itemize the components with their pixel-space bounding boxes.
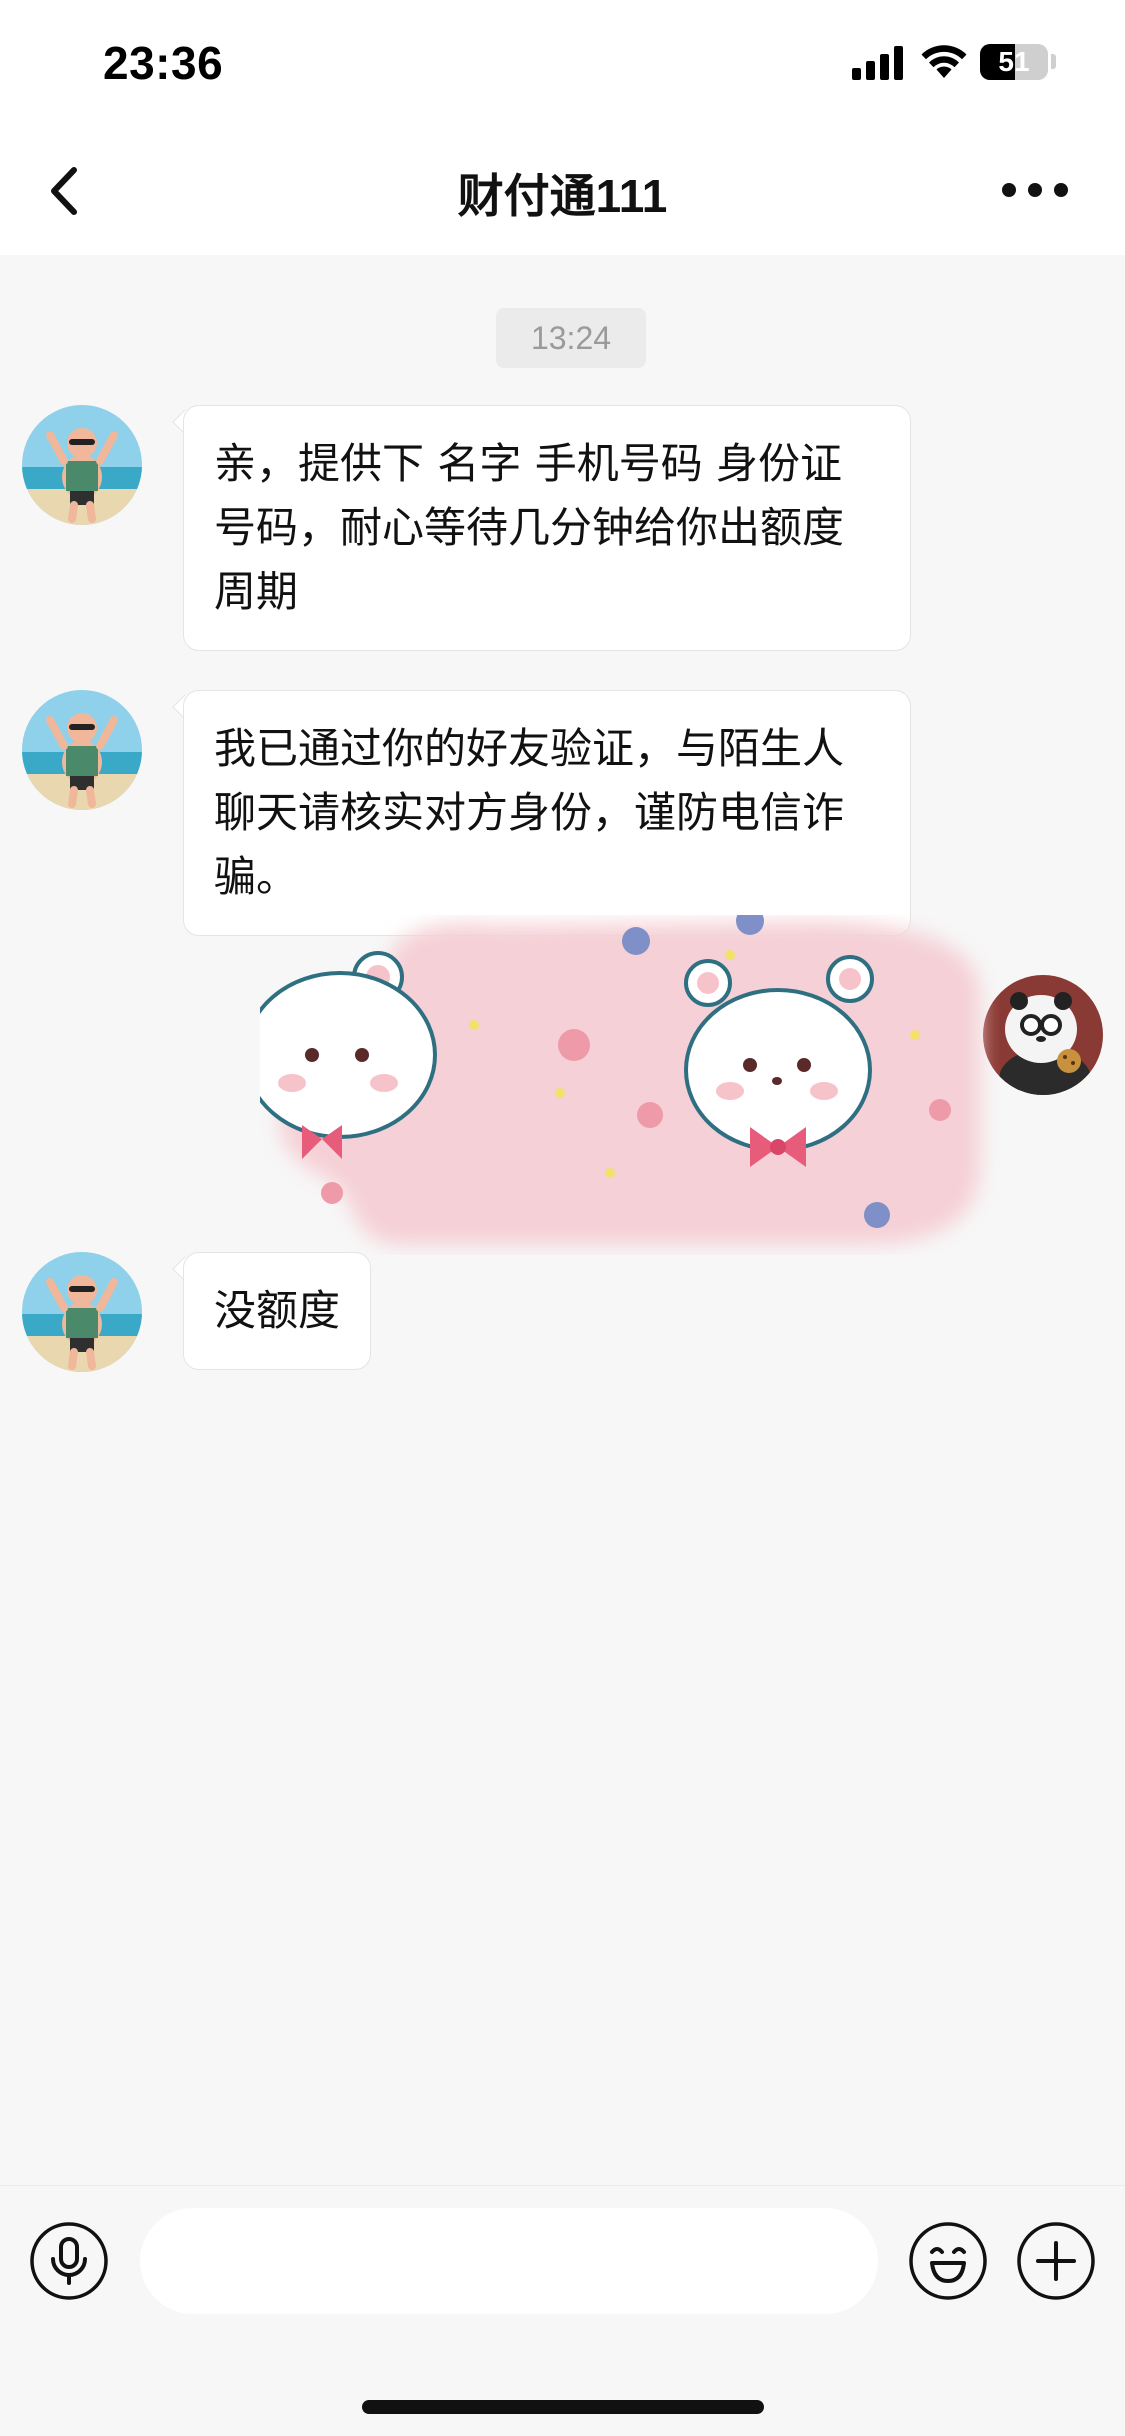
emoji-button[interactable] xyxy=(908,2221,988,2301)
more-button[interactable] xyxy=(995,160,1075,220)
contact-avatar-image xyxy=(22,1252,142,1372)
microphone-icon xyxy=(30,2222,108,2300)
wifi-icon xyxy=(921,45,967,78)
message-bubble[interactable]: 我已通过你的好友验证，与陌生人聊天请核实对方身份，谨防电信诈骗。 xyxy=(183,690,911,936)
plus-icon xyxy=(1017,2222,1095,2300)
plus-button[interactable] xyxy=(1016,2221,1096,2301)
battery-cap xyxy=(1051,54,1056,69)
chat-area[interactable]: 13:24 亲，提供下 名字 手机号码 身份证号码，耐心等待几分钟给你出额度周期 xyxy=(0,255,1125,2185)
battery-icon: 51 xyxy=(980,44,1048,80)
self-avatar[interactable] xyxy=(983,975,1103,1095)
contact-avatar[interactable] xyxy=(22,1252,142,1372)
home-indicator[interactable] xyxy=(362,2400,764,2414)
contact-avatar-image xyxy=(22,405,142,525)
contact-avatar[interactable] xyxy=(22,405,142,525)
message-text: 亲，提供下 名字 手机号码 身份证号码，耐心等待几分钟给你出额度周期 xyxy=(214,439,845,616)
battery-percentage: 51 xyxy=(998,46,1030,77)
input-bar xyxy=(0,2185,1125,2436)
message-text: 我已通过你的好友验证，与陌生人聊天请核实对方身份，谨防电信诈骗。 xyxy=(214,724,845,901)
more-dots-icon xyxy=(1002,183,1068,197)
panda-avatar-image xyxy=(983,975,1103,1095)
cellular-signal-icon xyxy=(852,46,906,80)
contact-avatar[interactable] xyxy=(22,690,142,810)
message-text: 没额度 xyxy=(214,1286,341,1335)
status-bar: 23:36 51 xyxy=(0,0,1125,130)
voice-button[interactable] xyxy=(29,2221,109,2301)
message-input[interactable] xyxy=(140,2208,878,2314)
contact-avatar-image xyxy=(22,690,142,810)
message-bubble[interactable]: 没额度 xyxy=(183,1252,372,1370)
message-timestamp: 13:24 xyxy=(496,308,646,368)
message-bubble[interactable]: 亲，提供下 名字 手机号码 身份证号码，耐心等待几分钟给你出额度周期 xyxy=(183,405,911,651)
status-time: 23:36 xyxy=(103,37,224,89)
smile-icon xyxy=(909,2222,987,2300)
chat-title: 财付通111 xyxy=(457,170,668,222)
white-bear-sticker[interactable] xyxy=(243,907,1000,1255)
bear-sticker-image xyxy=(243,907,980,1245)
nav-bar: 财付通111 xyxy=(0,130,1125,255)
